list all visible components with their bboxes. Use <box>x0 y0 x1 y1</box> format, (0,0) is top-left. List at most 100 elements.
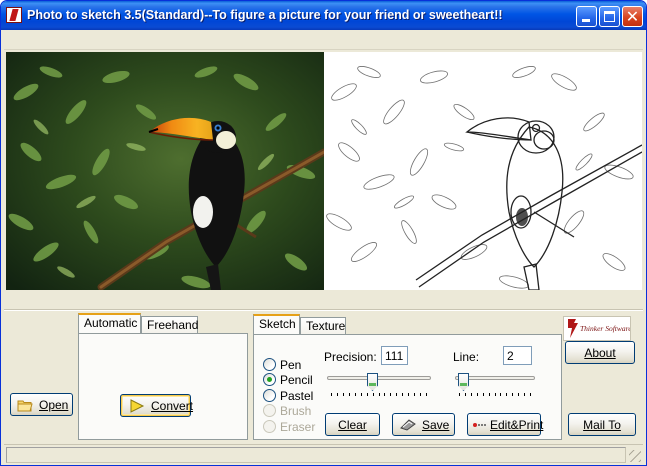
app-window: Photo to sketch 3.5(Standard)--To figure… <box>0 0 647 466</box>
mail-to-button[interactable]: Mail To <box>568 413 636 436</box>
slider-tick <box>518 393 519 396</box>
slider-tick <box>390 393 391 396</box>
tool-pastel[interactable]: Pastel <box>263 388 313 403</box>
precision-slider-ticks <box>331 393 427 397</box>
slider-tick <box>489 393 490 396</box>
tool-eraser-radio <box>263 420 276 433</box>
slider-tick <box>337 393 338 396</box>
line-input[interactable]: 2 <box>503 346 532 365</box>
convert-button-label: Convert <box>151 398 194 413</box>
slider-tick <box>355 393 356 396</box>
mail-to-button-label: Mail To <box>583 417 621 432</box>
line-slider[interactable] <box>455 373 535 399</box>
slider-grip <box>369 383 376 386</box>
slider-tick <box>379 393 380 396</box>
maximize-icon <box>604 11 615 22</box>
tab-freehand-label: Freehand <box>147 318 199 332</box>
tool-eraser: Eraser <box>263 419 315 434</box>
tool-pen-radio[interactable] <box>263 358 276 371</box>
maximize-button[interactable] <box>599 6 620 27</box>
top-toolbar-strip <box>4 30 643 50</box>
tool-brush: Brush <box>263 403 311 418</box>
precision-slider-track <box>327 376 431 380</box>
slider-tick <box>426 393 427 396</box>
slider-tick <box>512 393 513 396</box>
precision-slider-thumb[interactable] <box>367 373 378 391</box>
slider-tick <box>506 393 507 396</box>
slider-tick <box>495 393 496 396</box>
tool-pencil[interactable]: Pencil <box>263 372 313 387</box>
slider-tick <box>361 393 362 396</box>
save-icon <box>400 419 416 431</box>
tool-brush-label: Brush <box>280 403 312 418</box>
edit-print-button[interactable]: Edit&Print <box>467 413 544 436</box>
folder-icon <box>17 400 33 412</box>
slider-tick <box>500 393 501 396</box>
tab-texture[interactable]: Texture <box>300 317 346 335</box>
slider-tick <box>331 393 332 396</box>
tool-pencil-radio[interactable] <box>263 373 276 386</box>
line-slider-thumb[interactable] <box>458 373 469 391</box>
control-panel: Open Automatic Freehand Convert Sketch T… <box>4 310 643 443</box>
play-icon <box>130 399 145 413</box>
slider-tick <box>459 393 460 396</box>
tab-automatic[interactable]: Automatic <box>78 313 141 333</box>
tool-pastel-label: Pastel <box>280 388 314 403</box>
precision-input[interactable]: 111 <box>381 346 408 365</box>
slider-tick <box>420 393 421 396</box>
clear-button[interactable]: Clear <box>325 413 380 436</box>
save-button-label: Save <box>422 417 450 432</box>
tab-sketch-label: Sketch <box>259 317 296 331</box>
open-button-label: Open <box>39 397 69 412</box>
precision-label: Precision: <box>324 350 377 364</box>
minimize-icon <box>582 19 590 22</box>
save-button[interactable]: Save <box>392 413 455 436</box>
slider-grip <box>460 383 467 386</box>
slider-tick <box>373 393 374 396</box>
tool-eraser-label: Eraser <box>280 419 316 434</box>
slider-tick <box>402 393 403 396</box>
slider-tick <box>384 393 385 396</box>
about-button[interactable]: About <box>565 341 635 364</box>
tool-brush-radio <box>263 404 276 417</box>
slider-tick <box>471 393 472 396</box>
company-logo: Thinker Software <box>563 316 632 341</box>
minimize-button[interactable] <box>576 6 597 27</box>
slider-tick <box>396 393 397 396</box>
tool-pencil-label: Pencil <box>280 372 313 387</box>
slider-tick <box>408 393 409 396</box>
resize-grip[interactable] <box>629 450 641 462</box>
slider-tick <box>343 393 344 396</box>
precision-slider[interactable] <box>327 373 431 399</box>
slider-tick <box>524 393 525 396</box>
tool-pastel-radio[interactable] <box>263 389 276 402</box>
title-bar[interactable]: Photo to sketch 3.5(Standard)--To figure… <box>1 1 646 30</box>
svg-text:Thinker Software: Thinker Software <box>580 324 630 333</box>
tool-pen[interactable]: Pen <box>263 357 301 372</box>
app-icon[interactable] <box>6 7 22 23</box>
about-button-label: About <box>584 345 616 360</box>
slider-tick <box>530 393 531 396</box>
original-photo <box>6 52 324 290</box>
toucan-photo-image <box>6 52 324 290</box>
edit-print-icon <box>473 423 487 427</box>
slider-tick <box>367 393 368 396</box>
status-bar <box>4 444 643 464</box>
tab-sketch[interactable]: Sketch <box>253 314 300 334</box>
window-title: Photo to sketch 3.5(Standard)--To figure… <box>27 8 503 22</box>
sketch-tab-page: Pen Pencil Pastel Brush Eraser Precision… <box>253 334 562 440</box>
tab-texture-label: Texture <box>306 319 346 333</box>
line-label: Line: <box>453 350 480 364</box>
edit-print-button-label: Edit&Print <box>490 417 544 432</box>
automatic-tab-page: Convert <box>78 333 248 440</box>
open-button[interactable]: Open <box>10 393 73 416</box>
close-button[interactable]: ✕ <box>622 6 643 27</box>
slider-tick <box>477 393 478 396</box>
tab-freehand[interactable]: Freehand <box>141 316 198 334</box>
convert-button[interactable]: Convert <box>120 394 194 417</box>
close-icon: ✕ <box>625 7 640 26</box>
slider-tick <box>465 393 466 396</box>
tool-pen-label: Pen <box>280 357 302 372</box>
slider-tick <box>414 393 415 396</box>
separator-bar <box>4 291 643 310</box>
